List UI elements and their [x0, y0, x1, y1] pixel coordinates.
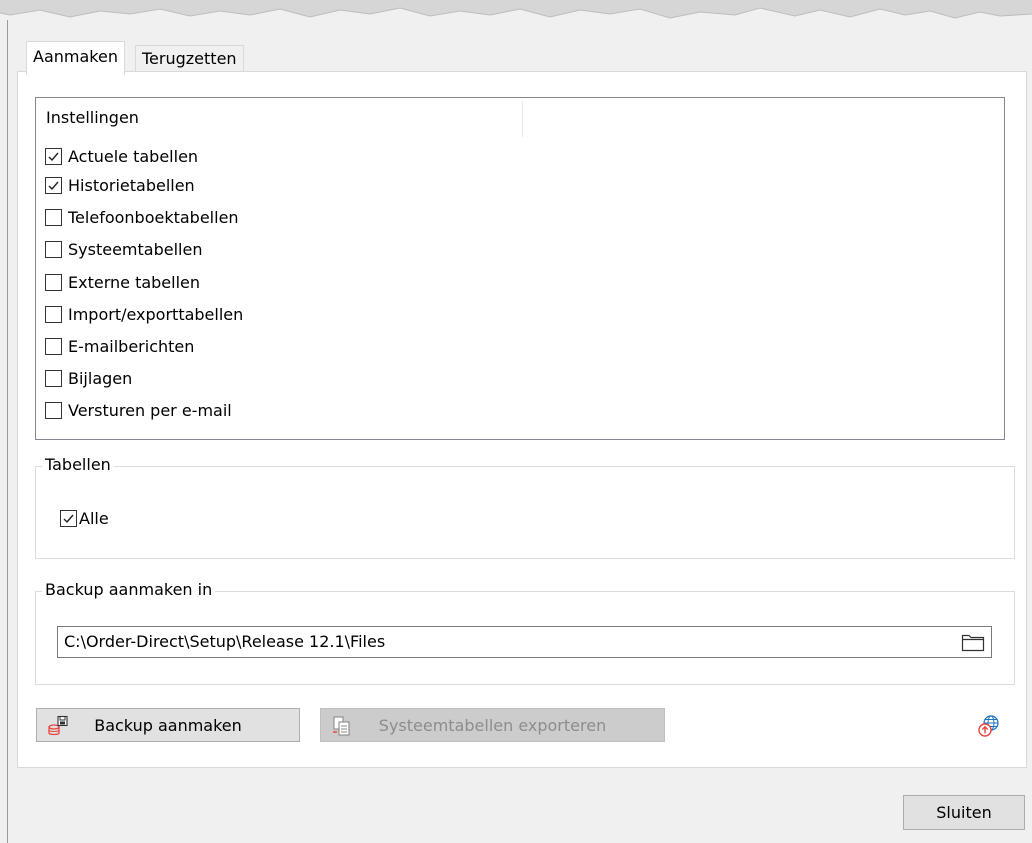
setting-label: Externe tabellen — [68, 272, 201, 292]
checkbox[interactable] — [45, 273, 62, 291]
setting-historietabellen[interactable]: Historietabellen — [45, 174, 195, 196]
tab-aanmaken[interactable]: Aanmaken — [26, 41, 125, 75]
checkmark-icon — [48, 181, 59, 190]
setting-label: Bijlagen — [68, 368, 133, 388]
backup-path-field[interactable]: C:\Order-Direct\Setup\Release 12.1\Files — [57, 626, 992, 658]
tables-group-title: Tabellen — [42, 455, 114, 474]
checkbox[interactable] — [45, 208, 62, 226]
setting-versturen-per-e-mail[interactable]: Versturen per e-mail — [45, 399, 232, 421]
export-system-tables-label: Systeemtabellen exporteren — [378, 715, 607, 735]
setting-telefoonboektabellen[interactable]: Telefoonboektabellen — [45, 206, 239, 228]
settings-column-header: Instellingen — [46, 108, 139, 127]
create-backup-button[interactable]: Backup aanmaken — [36, 708, 300, 742]
tab-terugzetten[interactable]: Terugzetten — [135, 45, 244, 72]
setting-label: Telefoonboektabellen — [68, 207, 239, 227]
copy-export-icon — [333, 716, 350, 736]
checkbox[interactable] — [45, 337, 62, 355]
tables-all-label: Alle — [79, 508, 109, 528]
column-divider[interactable] — [522, 101, 523, 137]
database-save-icon — [48, 715, 68, 736]
setting-actuele-tabellen[interactable]: Actuele tabellen — [45, 145, 198, 167]
backup-location-group: Backup aanmaken in C:\Order-Direct\Setup… — [35, 580, 1015, 685]
export-system-tables-button[interactable]: Systeemtabellen exporteren — [320, 708, 665, 742]
checkbox[interactable] — [45, 176, 62, 194]
tab-label: Terugzetten — [142, 49, 237, 68]
checkbox[interactable] — [45, 369, 62, 387]
setting-bijlagen[interactable]: Bijlagen — [45, 367, 132, 389]
backup-path-value: C:\Order-Direct\Setup\Release 12.1\Files — [64, 632, 386, 651]
globe-upload-icon[interactable] — [976, 713, 1002, 739]
checkbox[interactable] — [45, 401, 62, 419]
checkbox[interactable] — [60, 509, 77, 527]
setting-systeemtabellen[interactable]: Systeemtabellen — [45, 238, 202, 260]
setting-e-mailberichten[interactable]: E-mailberichten — [45, 335, 194, 357]
torn-edge-decoration — [0, 0, 1032, 19]
tab-panel-aanmaken: Instellingen Actuele tabellen Historieta… — [17, 71, 1027, 768]
setting-label: Historietabellen — [68, 175, 195, 195]
checkmark-icon — [48, 152, 59, 161]
backup-location-title: Backup aanmaken in — [42, 580, 216, 599]
setting-label: Actuele tabellen — [68, 146, 199, 166]
tables-group: Tabellen Alle — [35, 455, 1015, 559]
close-button-label: Sluiten — [936, 803, 992, 822]
setting-externe-tabellen[interactable]: Externe tabellen — [45, 271, 200, 293]
checkbox[interactable] — [45, 147, 62, 165]
close-button[interactable]: Sluiten — [903, 795, 1025, 830]
settings-list[interactable]: Instellingen Actuele tabellen Historieta… — [35, 97, 1005, 440]
setting-label: Systeemtabellen — [68, 239, 203, 259]
setting-label: Versturen per e-mail — [68, 400, 232, 420]
checkbox[interactable] — [45, 240, 62, 258]
setting-label: E-mailberichten — [68, 336, 195, 356]
checkmark-icon — [63, 514, 74, 523]
checkbox[interactable] — [45, 305, 62, 323]
folder-icon[interactable] — [961, 632, 985, 652]
setting-label: Import/exporttabellen — [68, 304, 244, 324]
window-edge — [7, 20, 8, 843]
create-backup-label: Backup aanmaken — [94, 715, 242, 735]
tables-all-option[interactable]: Alle — [60, 507, 109, 529]
tab-label: Aanmaken — [33, 47, 118, 66]
setting-import-exporttabellen[interactable]: Import/exporttabellen — [45, 303, 243, 325]
